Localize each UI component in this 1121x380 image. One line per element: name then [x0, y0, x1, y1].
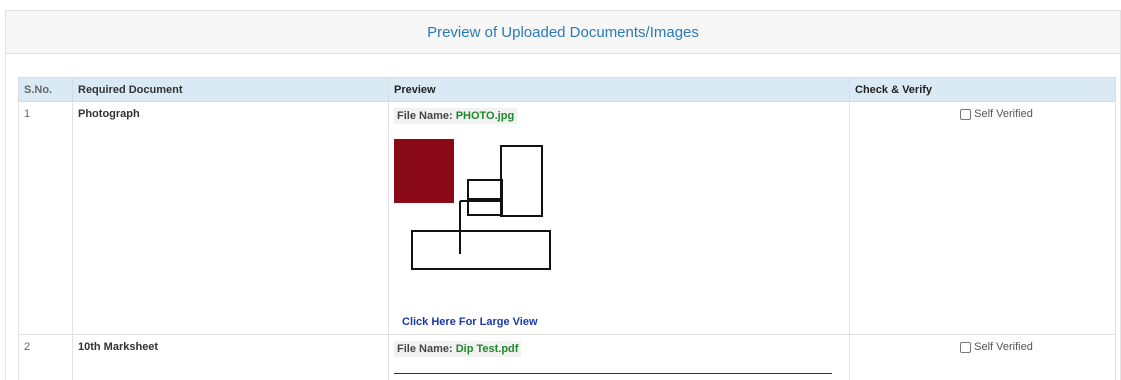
row-document-name: Photograph — [73, 102, 389, 335]
header-check-verify: Check & Verify — [850, 78, 1116, 102]
photo-preview-image[interactable] — [394, 139, 564, 274]
self-verified-text: Self Verified — [974, 108, 1033, 120]
row-document-name: 10th Marksheet — [73, 335, 389, 380]
self-verified-checkbox[interactable] — [960, 342, 971, 353]
file-name-box: File Name: PHOTO.jpg — [394, 108, 517, 124]
file-name-label: File Name: — [397, 343, 453, 355]
header-sno: S.No. — [19, 78, 73, 102]
file-name-value: PHOTO.jpg — [456, 110, 514, 122]
table-row: 2 10th Marksheet File Name: Dip Test.pdf… — [19, 335, 1116, 380]
file-name-value: Dip Test.pdf — [456, 343, 519, 355]
self-verified-checkbox-label[interactable]: Self Verified — [960, 108, 1033, 120]
photo-thumbnail — [394, 139, 564, 274]
header-required-document: Required Document — [73, 78, 389, 102]
self-verified-text: Self Verified — [974, 341, 1033, 353]
verify-cell: Self Verified — [850, 102, 1116, 335]
verify-cell: Self Verified — [850, 335, 1116, 380]
self-verified-checkbox[interactable] — [960, 109, 971, 120]
table-row: 1 Photograph File Name: PHOTO.jpg — [19, 102, 1116, 335]
header-preview: Preview — [389, 78, 850, 102]
file-name-box: File Name: Dip Test.pdf — [394, 341, 521, 357]
self-verified-checkbox-label[interactable]: Self Verified — [960, 341, 1033, 353]
preview-cell: File Name: Dip Test.pdf — [389, 335, 850, 380]
table-header-row: S.No. Required Document Preview Check & … — [19, 78, 1116, 102]
preview-cell: File Name: PHOTO.jpg Click Here For Larg… — [389, 102, 850, 335]
pdf-preview-frame[interactable] — [394, 373, 832, 374]
documents-table: S.No. Required Document Preview Check & … — [18, 77, 1116, 380]
row-sno: 2 — [19, 335, 73, 380]
panel-title: Preview of Uploaded Documents/Images — [6, 11, 1120, 54]
large-view-link[interactable]: Click Here For Large View — [402, 316, 538, 328]
file-name-label: File Name: — [397, 110, 453, 122]
row-sno: 1 — [19, 102, 73, 335]
